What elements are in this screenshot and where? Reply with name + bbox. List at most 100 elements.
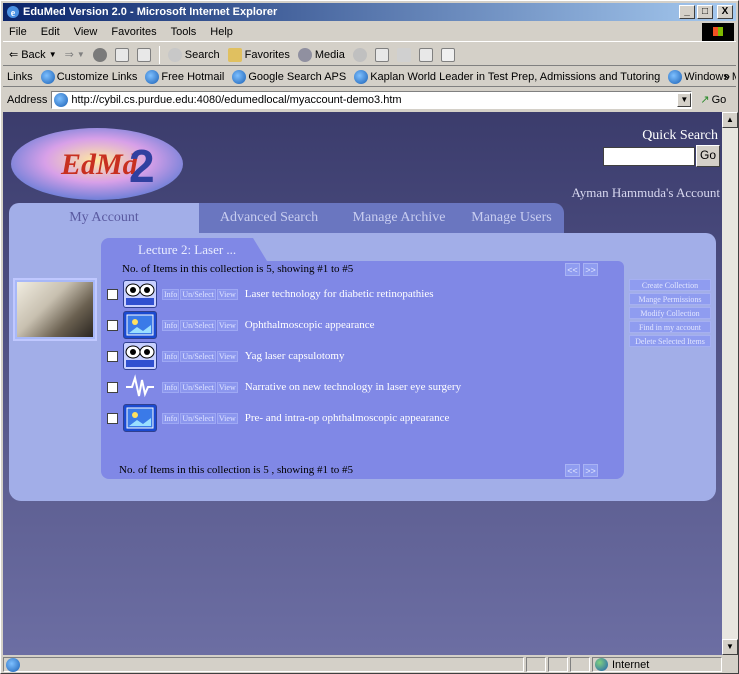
link-kaplan[interactable]: Kaplan World Leader in Test Prep, Admiss…: [354, 69, 661, 84]
tab-my-account[interactable]: My Account: [9, 203, 213, 233]
go-arrow-icon: ↗: [700, 94, 710, 106]
ie-page-icon: [6, 657, 20, 672]
tab-advanced-search[interactable]: Advanced Search: [199, 203, 339, 233]
collection-thumbnail[interactable]: [13, 278, 97, 341]
discuss-icon[interactable]: [440, 47, 455, 62]
item-checkbox[interactable]: [107, 350, 118, 362]
menu-edit[interactable]: Edit: [41, 26, 60, 38]
menu-view[interactable]: View: [74, 26, 98, 38]
item-checkbox[interactable]: [107, 412, 118, 424]
item-count-top: No. of Items in this collection is 5, sh…: [122, 263, 354, 275]
unselect-button[interactable]: Un/Select: [180, 412, 216, 424]
view-button[interactable]: View: [216, 381, 238, 393]
info-button[interactable]: Info: [162, 319, 180, 331]
scroll-down-button[interactable]: ▼: [722, 639, 738, 655]
find-in-account-button[interactable]: Find in my account: [629, 321, 711, 333]
unselect-button[interactable]: Un/Select: [180, 319, 216, 331]
close-button[interactable]: X: [717, 5, 733, 19]
page-viewport: EdMd 2 Quick Search Go Ayman Hammuda's A…: [3, 112, 722, 655]
svg-text:EdMd: EdMd: [60, 148, 139, 181]
maximize-button[interactable]: □: [697, 5, 713, 19]
view-button[interactable]: View: [216, 412, 238, 424]
media-icon: [297, 47, 312, 62]
minimize-button[interactable]: _: [679, 5, 695, 19]
info-button[interactable]: Info: [162, 412, 180, 424]
unselect-button[interactable]: Un/Select: [180, 381, 216, 393]
item-title[interactable]: Pre- and intra-op ophthalmoscopic appear…: [245, 412, 450, 424]
address-go-button[interactable]: ↗ Go: [700, 93, 726, 107]
next-page-button[interactable]: >>: [583, 464, 598, 477]
view-button[interactable]: View: [216, 319, 238, 331]
menu-favorites[interactable]: Favorites: [111, 26, 156, 38]
status-cell: [548, 657, 568, 672]
info-button[interactable]: Info: [162, 381, 180, 393]
back-button[interactable]: ⇐ Back ▼: [9, 48, 57, 62]
status-message: [3, 657, 524, 672]
link-google-search[interactable]: Google Search APS: [232, 69, 347, 84]
standard-toolbar: ⇐ Back ▼ ⇒ ▼ Search Favorites Media: [3, 44, 736, 66]
history-icon[interactable]: [352, 47, 367, 62]
prev-page-button[interactable]: <<: [565, 464, 580, 477]
item-checkbox[interactable]: [107, 288, 118, 300]
link-free-hotmail[interactable]: Free Hotmail: [145, 69, 224, 84]
unselect-button[interactable]: Un/Select: [180, 288, 216, 300]
item-title[interactable]: Ophthalmoscopic appearance: [245, 319, 375, 331]
next-page-button[interactable]: >>: [583, 263, 598, 276]
collection-tab[interactable]: Lecture 2: Laser ...: [101, 238, 267, 261]
resize-grip-icon[interactable]: [722, 657, 736, 672]
link-label: Google Search APS: [248, 70, 347, 83]
delete-selected-items-button[interactable]: Delete Selected Items: [629, 335, 711, 347]
favorites-button[interactable]: Favorites: [227, 47, 290, 62]
quick-search-input[interactable]: [603, 147, 695, 166]
vertical-scrollbar[interactable]: ▲ ▼: [722, 112, 738, 655]
scroll-up-button[interactable]: ▲: [722, 112, 738, 128]
collection-item: Info Un/Select View Laser technology for…: [107, 279, 434, 309]
address-bar: Address http://cybil.cs.purdue.edu:4080/…: [3, 89, 736, 110]
home-icon[interactable]: [136, 47, 151, 62]
info-button[interactable]: Info: [162, 350, 180, 362]
links-overflow-icon[interactable]: »: [724, 71, 730, 83]
tab-manage-archive[interactable]: Manage Archive: [339, 203, 459, 233]
item-title[interactable]: Laser technology for diabetic retinopath…: [245, 288, 434, 300]
quick-search-go-button[interactable]: Go: [696, 145, 720, 167]
links-bar: Links Customize Links Free Hotmail Googl…: [3, 67, 736, 87]
browser-window: e EduMed Version 2.0 - Microsoft Interne…: [0, 0, 739, 674]
svg-text:2: 2: [129, 140, 155, 192]
link-customize-links[interactable]: Customize Links: [40, 69, 137, 84]
modify-collection-button[interactable]: Modify Collection: [629, 307, 711, 319]
links-label: Links: [7, 70, 33, 83]
tab-manage-users[interactable]: Manage Users: [459, 203, 564, 233]
print-icon[interactable]: [396, 47, 411, 62]
item-title[interactable]: Yag laser capsulotomy: [245, 350, 345, 362]
title-bar: e EduMed Version 2.0 - Microsoft Interne…: [3, 3, 736, 21]
menu-help[interactable]: Help: [210, 26, 233, 38]
refresh-icon[interactable]: [114, 47, 129, 62]
chevron-down-icon: ▼: [76, 50, 85, 59]
media-button[interactable]: Media: [297, 47, 345, 62]
link-label: Kaplan World Leader in Test Prep, Admiss…: [370, 70, 661, 83]
forward-arrow-icon: ⇒: [64, 49, 74, 61]
item-title[interactable]: Narrative on new technology in laser eye…: [245, 381, 461, 393]
menu-tools[interactable]: Tools: [171, 26, 197, 38]
eye-video-icon: [123, 280, 157, 308]
address-dropdown-button[interactable]: ▼: [677, 92, 692, 107]
edit-icon[interactable]: [418, 47, 433, 62]
mail-icon[interactable]: [374, 47, 389, 62]
pager-top: << >>: [565, 263, 598, 276]
search-button[interactable]: Search: [167, 47, 220, 62]
prev-page-button[interactable]: <<: [565, 263, 580, 276]
item-checkbox[interactable]: [107, 381, 118, 393]
view-button[interactable]: View: [216, 350, 238, 362]
unselect-button[interactable]: Un/Select: [180, 350, 216, 362]
stop-icon[interactable]: [92, 47, 107, 62]
zone-label: Internet: [612, 658, 650, 671]
address-input[interactable]: http://cybil.cs.purdue.edu:4080/edumedlo…: [51, 90, 693, 109]
info-button[interactable]: Info: [162, 288, 180, 300]
create-collection-button[interactable]: Create Collection: [629, 279, 711, 291]
edumed-logo[interactable]: EdMd 2: [9, 126, 185, 202]
forward-button[interactable]: ⇒ ▼: [65, 48, 85, 61]
manage-permissions-button[interactable]: Mange Permissions: [629, 293, 711, 305]
view-button[interactable]: View: [216, 288, 238, 300]
item-checkbox[interactable]: [107, 319, 118, 331]
menu-file[interactable]: File: [9, 26, 27, 38]
